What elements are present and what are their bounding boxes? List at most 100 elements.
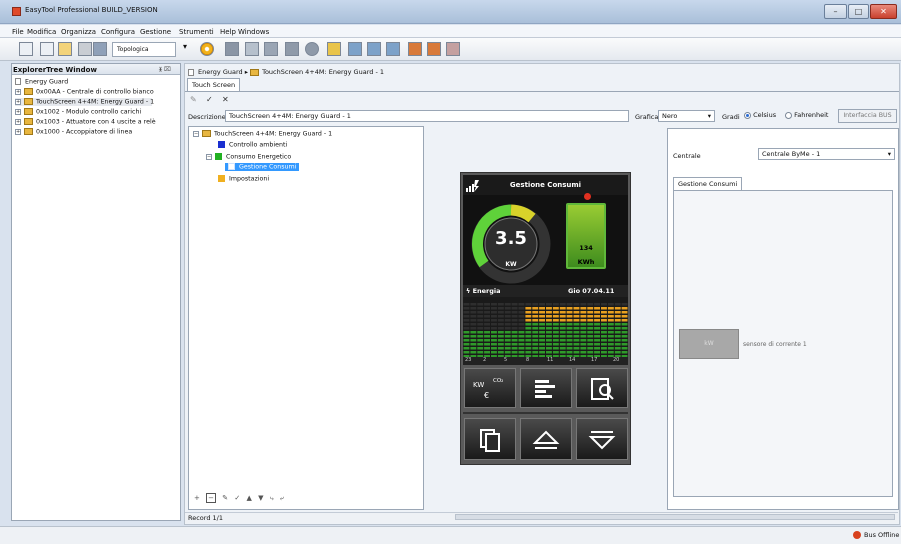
energy-bar-segment xyxy=(566,319,573,322)
energy-bar-segment xyxy=(504,311,511,314)
download-icon[interactable] xyxy=(327,42,341,56)
collapse-icon[interactable]: − xyxy=(206,153,212,160)
expand-icon[interactable]: + xyxy=(15,98,21,105)
indent-icon[interactable]: ⤷ xyxy=(270,494,274,502)
explorer-item-4[interactable]: +0x1000 - Accoppiatore di linea xyxy=(15,128,132,136)
expand-icon[interactable]: + xyxy=(15,118,21,125)
move-up-icon[interactable]: ▲ xyxy=(246,494,251,502)
pin-icon[interactable]: ᚕ ⌧ xyxy=(159,66,171,73)
energy-bar-segment xyxy=(539,347,545,350)
close-button[interactable]: ✕ xyxy=(870,4,897,19)
open-file-icon[interactable] xyxy=(40,42,54,56)
co2-label: CO₂ xyxy=(493,378,504,384)
view-combo[interactable]: Topologica xyxy=(112,42,176,57)
tab-touch-screen[interactable]: Touch Screen xyxy=(187,78,241,91)
copy-pages-button[interactable] xyxy=(464,418,516,460)
minimize-button[interactable]: – xyxy=(824,4,847,19)
target-icon[interactable] xyxy=(200,42,214,56)
collapse-icon[interactable]: − xyxy=(193,130,199,137)
page-item-consumo[interactable]: − Consumo Energetico xyxy=(206,153,291,161)
grid-icon[interactable] xyxy=(225,42,239,56)
page-item-impostazioni[interactable]: Impostazioni xyxy=(218,175,269,183)
add-icon[interactable]: + xyxy=(194,494,200,502)
page-tree-root[interactable]: − TouchScreen 4+4M: Energy Guard - 1 xyxy=(193,130,332,138)
explorer-item-label: 0x1002 - Modulo controllo carichi xyxy=(36,108,142,116)
celsius-radio[interactable] xyxy=(744,111,751,119)
kw-co2-euro-button[interactable]: KW CO₂ € xyxy=(464,368,516,408)
page-item-label: Impostazioni xyxy=(229,175,270,183)
celsius-option[interactable]: Celsius xyxy=(744,111,776,119)
folder-icon[interactable] xyxy=(58,42,72,56)
interface-bus-button[interactable]: Interfaccia BUS xyxy=(838,109,897,123)
breadcrumb-current[interactable]: TouchScreen 4+4M: Energy Guard - 1 xyxy=(262,68,384,76)
export-icon[interactable] xyxy=(427,42,441,56)
device-cross-icon[interactable] xyxy=(386,42,400,56)
energy-bar-segment xyxy=(504,327,511,330)
menu-help[interactable]: Help xyxy=(220,28,236,36)
current-sensor-icon[interactable]: kW xyxy=(679,329,739,359)
expand-icon[interactable]: + xyxy=(15,128,21,135)
menu-configura[interactable]: Configura xyxy=(101,28,135,36)
energy-bar-segment xyxy=(559,303,566,306)
dropdown-arrow-icon[interactable]: ▾ xyxy=(183,42,197,56)
energy-bar-segment xyxy=(552,335,559,338)
energy-bar-segment xyxy=(491,335,497,338)
confirm-icon[interactable]: ✓ xyxy=(206,95,213,104)
down-button[interactable] xyxy=(576,418,628,460)
up-button[interactable] xyxy=(520,418,572,460)
circle-icon[interactable] xyxy=(305,42,319,56)
energy-bar-segment xyxy=(601,347,607,350)
cancel-icon[interactable]: ✕ xyxy=(222,95,229,104)
menu-gestione[interactable]: Gestione xyxy=(140,28,171,36)
block-icon[interactable] xyxy=(285,42,299,56)
menu-modifica[interactable]: Modifica xyxy=(27,28,56,36)
remove-icon[interactable]: − xyxy=(206,493,216,503)
orange-square-icon xyxy=(218,175,225,182)
compare-icon[interactable] xyxy=(408,42,422,56)
grafica-select[interactable]: Nero ▾ xyxy=(658,110,715,122)
save-icon[interactable] xyxy=(93,42,107,56)
energy-bar-segment xyxy=(573,343,580,346)
pencil-icon[interactable]: ✎ xyxy=(222,494,228,502)
check-icon[interactable]: ✓ xyxy=(234,494,240,502)
asterisk-icon[interactable] xyxy=(245,42,259,56)
outdent-icon[interactable]: ⤶ xyxy=(280,494,284,502)
menu-organizza[interactable]: Organizza xyxy=(61,28,96,36)
device-mid-icon[interactable] xyxy=(367,42,381,56)
descrizione-input[interactable]: TouchScreen 4+4M: Energy Guard - 1 xyxy=(225,110,629,122)
explorer-item-3[interactable]: +0x1003 - Attuatore con 4 uscite a relè xyxy=(15,118,156,126)
import-icon[interactable] xyxy=(446,42,460,56)
expand-icon[interactable]: + xyxy=(15,88,21,95)
bar-chart-button[interactable] xyxy=(520,368,572,408)
tab-gestione-consumi[interactable]: Gestione Consumi xyxy=(673,177,743,190)
expand-icon[interactable]: + xyxy=(15,108,21,115)
network-icon[interactable] xyxy=(264,42,278,56)
page-item-controllo[interactable]: Controllo ambienti xyxy=(218,141,287,149)
fahrenheit-radio[interactable] xyxy=(785,111,792,119)
explorer-item-2[interactable]: +0x1002 - Modulo controllo carichi xyxy=(15,108,141,116)
horizontal-scrollbar[interactable] xyxy=(455,514,895,520)
menu-strumenti[interactable]: Strumenti xyxy=(179,28,214,36)
edit-icon[interactable]: ✎ xyxy=(190,95,197,104)
fahrenheit-option[interactable]: Fahrenheit xyxy=(785,111,828,119)
menu-file[interactable]: File xyxy=(12,28,24,36)
report-search-button[interactable] xyxy=(576,368,628,408)
explorer-item-0[interactable]: +0x00AA - Centrale di controllo bianco xyxy=(15,88,154,96)
page-item-gestione[interactable]: Gestione Consumi xyxy=(225,163,300,171)
explorer-root[interactable]: Energy Guard xyxy=(15,78,68,86)
energy-bar-segment xyxy=(573,347,580,350)
new-file-icon[interactable] xyxy=(19,42,33,56)
move-down-icon[interactable]: ▼ xyxy=(258,494,263,502)
delete-icon[interactable] xyxy=(78,42,92,56)
energy-bar-segment xyxy=(511,311,518,314)
centrale-select[interactable]: Centrale ByMe - 1 ▾ xyxy=(758,148,895,160)
energy-bar-segment xyxy=(621,303,628,306)
energy-bar-segment xyxy=(497,307,504,310)
explorer-item-1[interactable]: + TouchScreen 4+4M: Energy Guard - 1 xyxy=(15,98,154,106)
device-left-icon[interactable] xyxy=(348,42,362,56)
menu-windows[interactable]: Windows xyxy=(238,28,269,36)
energy-bar-segment xyxy=(559,351,566,354)
maximize-button[interactable]: □ xyxy=(848,4,869,19)
breadcrumb-root[interactable]: Energy Guard xyxy=(198,68,243,76)
energy-bar-segment xyxy=(518,319,525,322)
